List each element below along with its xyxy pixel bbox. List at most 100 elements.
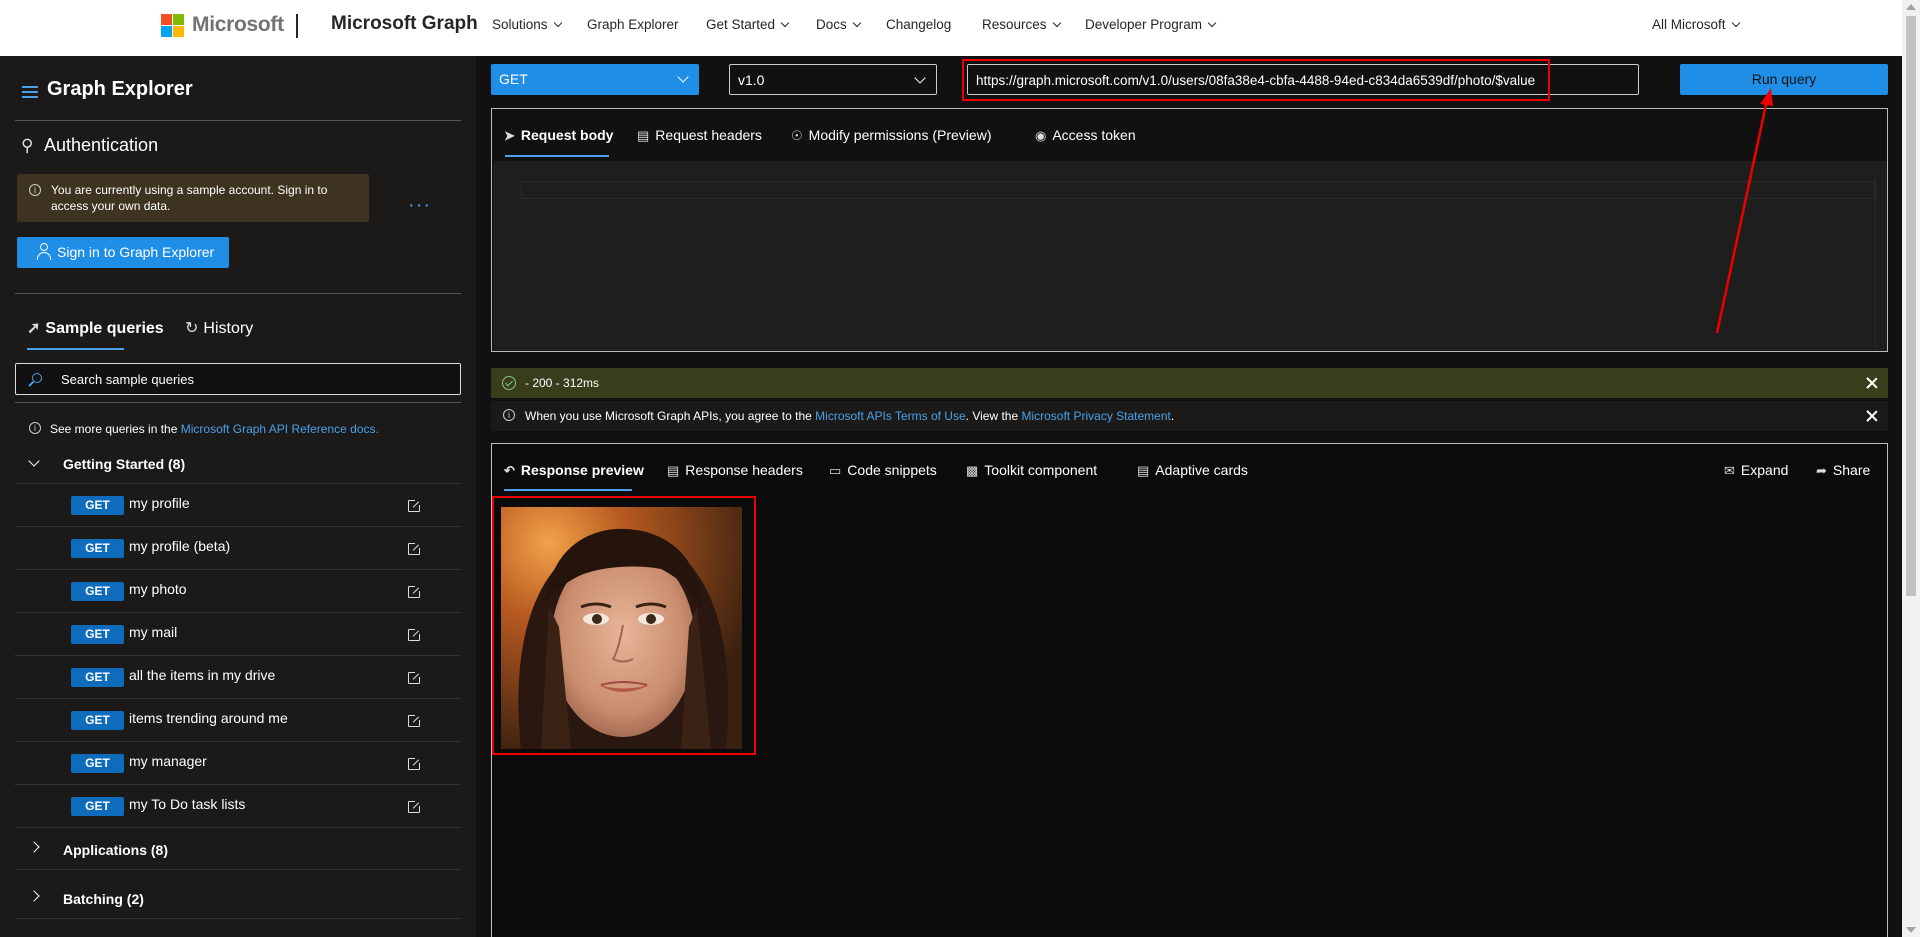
- tab-history[interactable]: ↻ History: [185, 318, 253, 338]
- search-icon: [32, 373, 42, 383]
- query-item[interactable]: GET my profile: [15, 484, 461, 527]
- open-external-icon[interactable]: [408, 628, 421, 641]
- query-label: my profile (beta): [129, 538, 231, 554]
- open-external-icon[interactable]: [408, 585, 421, 598]
- open-external-icon[interactable]: [408, 757, 421, 770]
- divider: [15, 402, 461, 403]
- run-query-button[interactable]: Run query: [1680, 64, 1888, 95]
- category-batching[interactable]: Batching (2): [15, 879, 461, 919]
- nav-docs[interactable]: Docs: [816, 17, 862, 32]
- request-panel: ➤ Request body ▤ Request headers ☉ Modify p…: [491, 108, 1888, 352]
- see-more-queries: See more queries in the Microsoft Graph …: [50, 422, 379, 436]
- tab-code-snippets[interactable]: ▭ Code snippets: [829, 462, 937, 479]
- scrollbar-thumb[interactable]: [1906, 16, 1916, 596]
- editor-line: [521, 181, 1875, 199]
- nav-developer-program[interactable]: Developer Program: [1085, 17, 1217, 32]
- tab-toolkit-component[interactable]: ▩ Toolkit component: [966, 462, 1097, 479]
- http-method-select[interactable]: GET: [491, 64, 699, 95]
- nav-solutions[interactable]: Solutions: [492, 17, 562, 32]
- ellipsis-icon[interactable]: ···: [408, 194, 431, 217]
- search-sample-queries[interactable]: [15, 363, 461, 395]
- version-select[interactable]: v1.0: [729, 64, 937, 95]
- query-label: my mail: [129, 624, 178, 640]
- method-badge: GET: [71, 754, 124, 773]
- close-icon[interactable]: [1866, 377, 1878, 389]
- tab-modify-permissions[interactable]: ☉ Modify permissions (Preview): [791, 127, 991, 144]
- scroll-down-icon[interactable]: [1906, 927, 1916, 933]
- nav-divider: [296, 14, 298, 38]
- authentication-heading: Authentication: [44, 135, 159, 155]
- tab-response-headers[interactable]: ▤ Response headers: [667, 462, 803, 479]
- close-icon[interactable]: [1866, 410, 1878, 422]
- chevron-down-icon: [553, 18, 562, 28]
- info-icon: i: [503, 409, 515, 421]
- key-icon: ⚲: [21, 136, 34, 155]
- open-external-icon[interactable]: [408, 800, 421, 813]
- method-badge: GET: [71, 625, 124, 644]
- code-icon: ▭: [829, 463, 842, 478]
- query-item[interactable]: GET my manager: [15, 742, 461, 785]
- scroll-up-icon[interactable]: [1906, 4, 1916, 10]
- category-label: Getting Started (8): [63, 456, 186, 472]
- method-badge: GET: [71, 797, 124, 816]
- terms-of-use-link[interactable]: Microsoft APIs Terms of Use: [815, 409, 966, 423]
- sample-account-message: i You are currently using a sample accou…: [17, 174, 369, 222]
- query-label: all the items in my drive: [129, 667, 276, 683]
- undo-icon: ↶: [504, 463, 515, 478]
- query-item[interactable]: GET items trending around me: [15, 699, 461, 742]
- expand-button[interactable]: ✉ Expand: [1724, 462, 1788, 479]
- method-badge: GET: [71, 582, 124, 601]
- query-item[interactable]: GET all the items in my drive: [15, 656, 461, 699]
- open-external-icon[interactable]: [408, 714, 421, 727]
- tab-adaptive-cards[interactable]: ▤ Adaptive cards: [1137, 462, 1248, 479]
- success-check-icon: [502, 376, 516, 390]
- query-item[interactable]: GET my profile (beta): [15, 527, 461, 570]
- open-external-icon[interactable]: [408, 542, 421, 555]
- tab-request-body[interactable]: ➤ Request body: [504, 127, 613, 144]
- query-item[interactable]: GET my mail: [15, 613, 461, 656]
- query-item[interactable]: GET my To Do task lists: [15, 785, 461, 828]
- tab-request-headers[interactable]: ▤ Request headers: [637, 127, 762, 144]
- chevron-right-icon: [28, 841, 40, 853]
- query-label: my profile: [129, 495, 190, 511]
- tab-access-token[interactable]: ◉ Access token: [1035, 127, 1136, 144]
- nav-changelog[interactable]: Changelog: [886, 17, 951, 32]
- query-label: my manager: [129, 753, 207, 769]
- open-external-icon[interactable]: [408, 499, 421, 512]
- open-external-icon[interactable]: [408, 671, 421, 684]
- request-body-editor[interactable]: [493, 161, 1887, 351]
- method-badge: GET: [71, 668, 124, 687]
- api-reference-link[interactable]: Microsoft Graph API Reference docs.: [181, 422, 379, 436]
- category-applications[interactable]: Applications (8): [15, 830, 461, 870]
- document-icon: ▤: [667, 463, 680, 478]
- nav-all-microsoft[interactable]: All Microsoft: [1652, 17, 1740, 32]
- person-icon: [37, 243, 51, 260]
- tab-response-preview[interactable]: ↶ Response preview: [504, 462, 644, 479]
- nav-get-started[interactable]: Get Started: [706, 17, 790, 32]
- status-text: - 200 - 312ms: [525, 376, 600, 390]
- lock-icon: ◉: [1035, 128, 1047, 143]
- top-navigation: Microsoft Microsoft Graph Solutions Grap…: [0, 0, 1902, 56]
- divider: [15, 293, 461, 294]
- tab-sample-queries[interactable]: ➚ Sample queries: [27, 318, 164, 338]
- microsoft-logo-icon[interactable]: [161, 14, 185, 38]
- chevron-down-icon: [780, 18, 790, 28]
- editor-scrollbar[interactable]: [1875, 179, 1887, 349]
- product-title[interactable]: Microsoft Graph: [331, 13, 478, 35]
- active-tab-indicator: [27, 348, 124, 350]
- hamburger-menu-icon[interactable]: [22, 86, 38, 98]
- sidebar: Graph Explorer ⚲ Authentication i You ar…: [0, 56, 476, 937]
- share-button[interactable]: ➦ Share: [1816, 462, 1870, 479]
- query-item[interactable]: GET my photo: [15, 570, 461, 613]
- privacy-statement-link[interactable]: Microsoft Privacy Statement: [1021, 409, 1170, 423]
- search-input[interactable]: [61, 369, 441, 389]
- status-message-bar: - 200 - 312ms: [491, 368, 1888, 398]
- microsoft-brand[interactable]: Microsoft: [192, 13, 284, 37]
- category-getting-started[interactable]: Getting Started (8): [15, 444, 461, 484]
- nav-resources[interactable]: Resources: [982, 17, 1061, 32]
- active-tab-indicator: [505, 155, 609, 157]
- info-icon: i: [29, 422, 41, 434]
- nav-graph-explorer[interactable]: Graph Explorer: [587, 17, 679, 32]
- sign-in-button[interactable]: Sign in to Graph Explorer: [17, 237, 229, 268]
- chevron-down-icon: [1052, 18, 1061, 28]
